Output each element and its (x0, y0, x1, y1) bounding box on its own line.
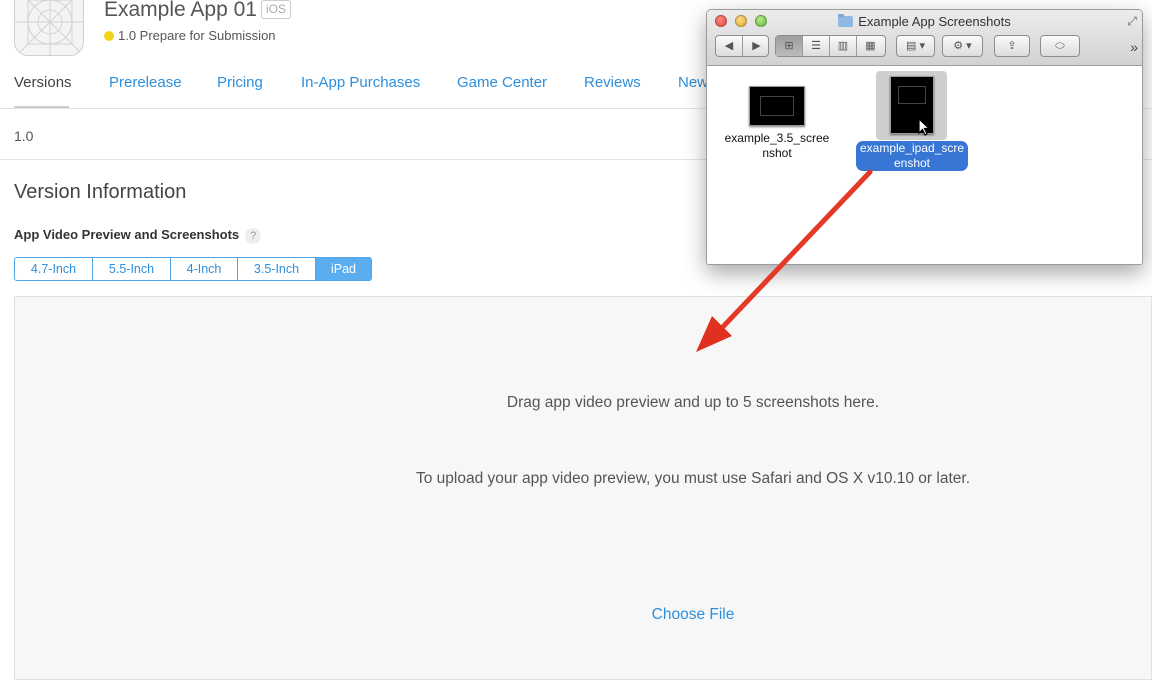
platform-badge: iOS (261, 0, 292, 19)
list-view-button[interactable]: ☰ (803, 36, 830, 56)
tab-reviews[interactable]: Reviews (584, 74, 641, 91)
file-name-line1: example_ipad_scre (859, 141, 965, 155)
share-button[interactable]: ⇪ (994, 35, 1030, 57)
finder-content[interactable]: example_3.5_scree nshot example_ipad_scr… (707, 66, 1142, 264)
dropzone-note: To upload your app video preview, you mu… (415, 470, 971, 487)
column-view-button[interactable]: ▥ (830, 36, 857, 56)
tab-pricing[interactable]: Pricing (217, 74, 263, 91)
file-name-line2: nshot (762, 146, 792, 160)
screenshots-heading: App Video Preview and Screenshots? (14, 227, 262, 244)
file-name-line2: enshot (893, 156, 931, 170)
icon-view-button[interactable]: ⊞ (776, 36, 803, 56)
file-item-selected[interactable]: example_ipad_scre enshot (847, 76, 977, 171)
finder-title: Example App Screenshots (707, 14, 1142, 29)
tab-in-app-purchases[interactable]: In-App Purchases (301, 74, 420, 91)
mouse-cursor-icon (918, 118, 931, 136)
app-icon (14, 0, 84, 56)
app-title: Example App 01 (104, 0, 257, 21)
app-status: 1.0 Prepare for Submission (104, 28, 276, 43)
app-icon-grid (15, 0, 83, 55)
arrange-button[interactable]: ▤ ▾ (896, 35, 935, 57)
tab-versions[interactable]: Versions (14, 74, 72, 91)
back-forward-buttons: ◀ ▶ (715, 35, 769, 57)
file-name: example_3.5_scree nshot (721, 131, 834, 161)
file-name: example_ipad_scre enshot (855, 141, 969, 171)
toolbar-overflow-icon[interactable]: » (1130, 39, 1138, 55)
file-thumbnail (749, 86, 805, 126)
segment-3-5-inch[interactable]: 3.5-Inch (238, 258, 316, 280)
fullscreen-icon[interactable]: ⤢ (1127, 14, 1137, 29)
section-title: Version Information (14, 181, 187, 203)
tags-button[interactable]: ⬭ (1040, 35, 1080, 57)
segment-ipad[interactable]: iPad (316, 258, 371, 280)
thumbnail-frame (760, 96, 794, 116)
file-item[interactable]: example_3.5_scree nshot (717, 86, 837, 161)
tab-prerelease[interactable]: Prerelease (109, 74, 182, 91)
segment-4-inch[interactable]: 4-Inch (171, 258, 238, 280)
cover-flow-button[interactable]: ▦ (857, 36, 884, 56)
status-dot-icon (104, 31, 114, 41)
tab-new[interactable]: New (678, 74, 708, 91)
view-mode-buttons: ⊞ ☰ ▥ ▦ (775, 35, 886, 57)
folder-icon (838, 14, 854, 27)
action-gear-button[interactable]: ⚙ ▾ (942, 35, 983, 57)
help-icon[interactable]: ? (245, 228, 262, 244)
segment-4-7-inch[interactable]: 4.7-Inch (15, 258, 93, 280)
choose-file-link[interactable]: Choose File (0, 606, 1152, 624)
segment-5-5-inch[interactable]: 5.5-Inch (93, 258, 171, 280)
version-number[interactable]: 1.0 (14, 128, 33, 144)
thumbnail-frame (898, 86, 926, 104)
finder-window[interactable]: Example App Screenshots ⤢ ◀ ▶ ⊞ ☰ ▥ ▦ ▤ … (706, 9, 1143, 265)
status-text: 1.0 Prepare for Submission (118, 28, 276, 43)
dropzone-message: Drag app video preview and up to 5 scree… (506, 394, 880, 411)
forward-button[interactable]: ▶ (743, 36, 770, 56)
tab-game-center[interactable]: Game Center (457, 74, 547, 91)
file-name-line1: example_3.5_scree (724, 131, 830, 145)
finder-titlebar[interactable]: Example App Screenshots ⤢ ◀ ▶ ⊞ ☰ ▥ ▦ ▤ … (707, 10, 1142, 66)
device-size-selector: 4.7-Inch 5.5-Inch 4-Inch 3.5-Inch iPad (14, 257, 372, 281)
screenshots-heading-text: App Video Preview and Screenshots (14, 227, 240, 242)
back-button[interactable]: ◀ (716, 36, 743, 56)
finder-title-text: Example App Screenshots (858, 14, 1011, 29)
